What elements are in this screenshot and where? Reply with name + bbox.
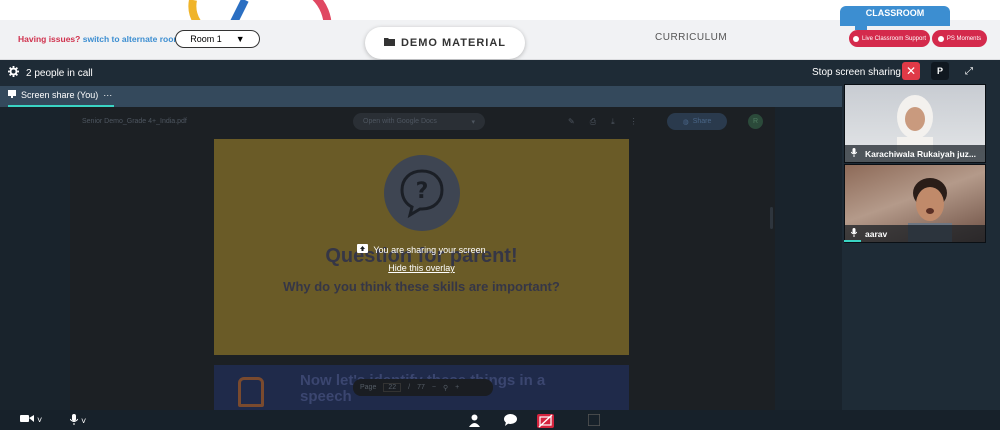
share-off-icon (538, 414, 553, 428)
participant-column: Karachiwala Rukaiyah juz... aarav (842, 84, 1000, 410)
question-bubble-icon: ? (400, 169, 444, 219)
meeting-header: 2 people in call Stop screen sharing ✕ P… (0, 60, 1000, 84)
close-icon: ✕ (905, 64, 917, 78)
chevron-down-icon[interactable]: ▾ (471, 118, 475, 126)
share-button[interactable]: ◍ Share (667, 113, 727, 130)
live-support-label: Live Classroom Support (861, 35, 927, 42)
ps-moments-button[interactable]: PS Moments (932, 30, 987, 47)
participant-name: aarav (865, 228, 888, 239)
chat-button[interactable] (504, 414, 517, 428)
download-icon[interactable]: ⤓ (611, 117, 615, 127)
zoom-in-icon[interactable]: + (455, 384, 459, 391)
screen-share-tab-label: Screen share (You) (21, 90, 99, 100)
participant-tile[interactable]: aarav (844, 164, 986, 243)
chevron-up-icon[interactable]: ˅ (81, 416, 86, 426)
call-controls: ˅ ˅ (0, 410, 1000, 430)
viewer-scrollbar[interactable] (770, 207, 773, 229)
pdf-file-name: Senior Demo_Grade 4+_India.pdf (82, 118, 187, 125)
more-icon[interactable]: ··· (103, 90, 112, 100)
demo-material-label: DEMO MATERIAL (400, 37, 507, 49)
stop-share-button[interactable]: ✕ (902, 62, 920, 80)
mic-icon (850, 228, 858, 239)
page-navigator: Page 22 / 77 − ⚲ + (353, 379, 493, 396)
speaking-indicator (844, 240, 861, 242)
tile-icon[interactable] (587, 413, 601, 428)
meeting-panel: 2 people in call Stop screen sharing ✕ P… (0, 60, 1000, 430)
avatar[interactable]: R (748, 114, 763, 129)
issues-text: Having issues? switch to alternate room (18, 34, 181, 44)
open-with-label: Open with Google Docs (363, 118, 437, 125)
page-separator: / (408, 384, 411, 391)
present-icon (8, 90, 16, 100)
fullscreen-button[interactable]: ⤢ (960, 62, 978, 80)
folder-icon (383, 37, 395, 49)
add-comment-icon[interactable]: ✎ (568, 117, 575, 127)
page-label: Page (360, 384, 377, 391)
open-with-docs-button[interactable]: Open with Google Docs ▾ (353, 113, 485, 130)
people-count-label: 2 people in call (26, 67, 93, 79)
more-options-button[interactable] (587, 413, 601, 428)
room-select[interactable]: Room 1 ▼ (175, 30, 260, 48)
chat-icon[interactable] (504, 414, 517, 428)
page-total: 77 (417, 384, 425, 391)
shared-screen: Senior Demo_Grade 4+_India.pdf Open with… (0, 107, 842, 410)
issues-question: Having issues? (18, 34, 81, 44)
mic-control[interactable]: ˅ (69, 414, 86, 427)
participant-tile[interactable]: Karachiwala Rukaiyah juz... (844, 84, 986, 163)
screen-share-off-button[interactable] (537, 414, 554, 428)
stop-share-label[interactable]: Stop screen sharing (812, 67, 901, 78)
switch-room-link[interactable]: switch to alternate room (83, 34, 181, 44)
sharing-overlay: You are sharing your screen Hide this ov… (214, 244, 629, 273)
camera-control[interactable]: ˅ (20, 414, 42, 425)
ps-moments-label: PS Moments (946, 35, 982, 42)
viewer-icons: ✎ ⎙ ⤓ ⋮ (568, 117, 638, 127)
zoom-out-icon[interactable]: − (432, 384, 436, 391)
screen-share-tab[interactable]: Screen share (You) ··· (8, 90, 112, 100)
participant-name: Karachiwala Rukaiyah juz... (865, 148, 977, 159)
participant-label: aarav (845, 225, 985, 242)
robot-icon (238, 377, 264, 407)
question-circle: ? (384, 155, 460, 231)
share-label: Share (692, 118, 712, 125)
demo-material-button[interactable]: DEMO MATERIAL (365, 27, 525, 59)
support-dot-icon (852, 35, 859, 42)
sharing-text: You are sharing your screen (373, 244, 486, 255)
chevron-up-icon[interactable]: ˅ (37, 415, 42, 425)
slide-question: Why do you think these skills are import… (283, 279, 560, 294)
classroom-tab-notch (855, 22, 867, 30)
zoom-icon[interactable]: ⚲ (443, 384, 448, 392)
svg-text:?: ? (416, 179, 429, 204)
more-vert-icon[interactable]: ⋮ (630, 117, 638, 127)
moments-dot-icon (937, 35, 944, 42)
viewer-toolbar: Senior Demo_Grade 4+_India.pdf Open with… (70, 110, 775, 134)
room-select-value: Room 1 (190, 34, 222, 44)
share-screen-icon (357, 244, 369, 255)
caret-down-icon: ▼ (235, 34, 245, 44)
expand-icon: ⤢ (965, 65, 973, 77)
gear-icon[interactable] (8, 66, 19, 80)
people-count[interactable]: 2 people in call (8, 66, 93, 80)
camera-icon[interactable] (20, 414, 34, 425)
pdf-viewer: Senior Demo_Grade 4+_India.pdf Open with… (70, 107, 775, 410)
mic-icon (850, 148, 858, 159)
page-current-input[interactable]: 22 (383, 383, 402, 392)
hide-overlay-link[interactable]: Hide this overlay (214, 263, 629, 273)
curriculum-tab[interactable]: CURRICULUM (655, 32, 727, 43)
participant-label: Karachiwala Rukaiyah juz... (845, 145, 985, 162)
screen-share-tabbar: Screen share (You) ··· (0, 86, 842, 107)
live-support-button[interactable]: Live Classroom Support (849, 30, 930, 47)
participants-button[interactable] (469, 414, 480, 429)
globe-icon: ◍ (682, 118, 689, 126)
microphone-icon[interactable] (69, 414, 79, 427)
person-icon[interactable] (469, 414, 480, 429)
p-button[interactable]: P (931, 62, 949, 80)
print-icon[interactable]: ⎙ (590, 117, 596, 127)
